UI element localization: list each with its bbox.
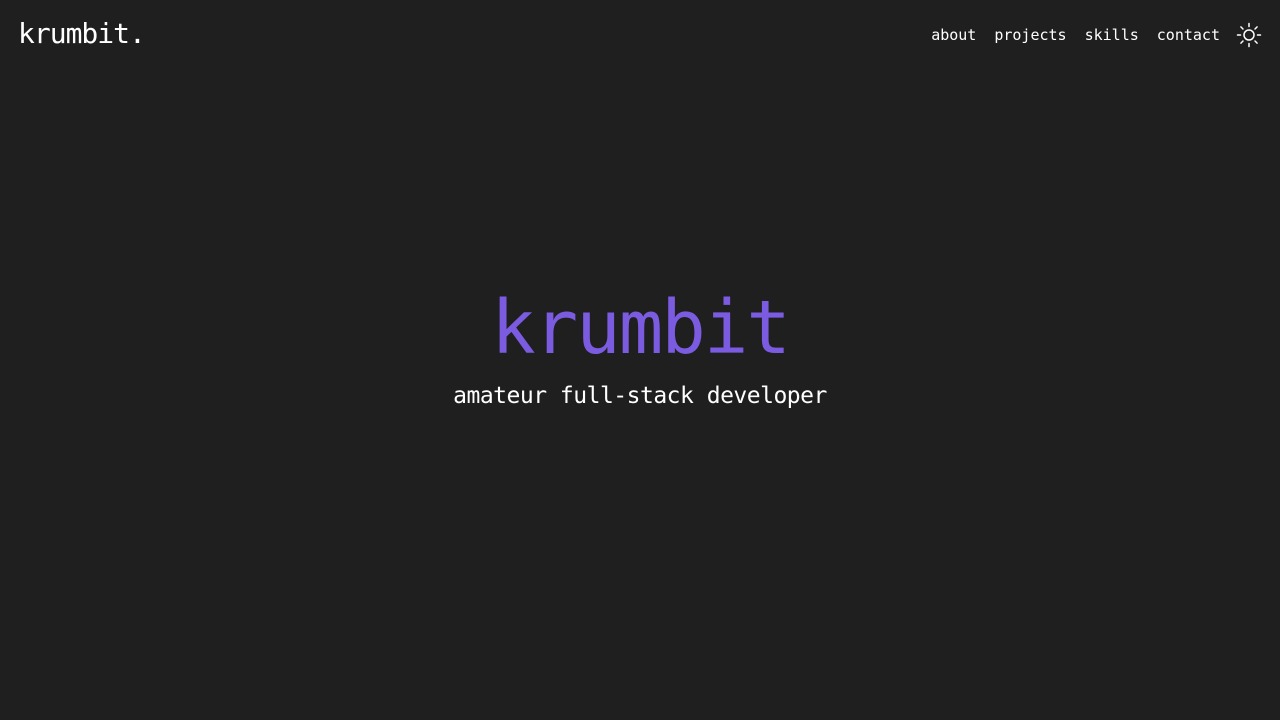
nav-link-skills[interactable]: skills — [1085, 22, 1139, 48]
site-logo[interactable]: krumbit. — [18, 16, 146, 52]
hero-title: krumbit — [491, 285, 791, 371]
nav-link-contact[interactable]: contact — [1157, 22, 1220, 48]
nav-link-projects[interactable]: projects — [994, 22, 1066, 48]
hero-subtitle: amateur full-stack developer — [453, 383, 827, 409]
theme-toggle-button[interactable] — [1236, 22, 1262, 48]
sun-icon — [1236, 22, 1262, 48]
nav-link-about[interactable]: about — [931, 22, 976, 48]
site-header: krumbit. about projects skills contact — [0, 0, 1280, 70]
hero-section: krumbit amateur full-stack developer — [0, 280, 1280, 412]
main-nav: about projects skills contact — [931, 22, 1262, 48]
